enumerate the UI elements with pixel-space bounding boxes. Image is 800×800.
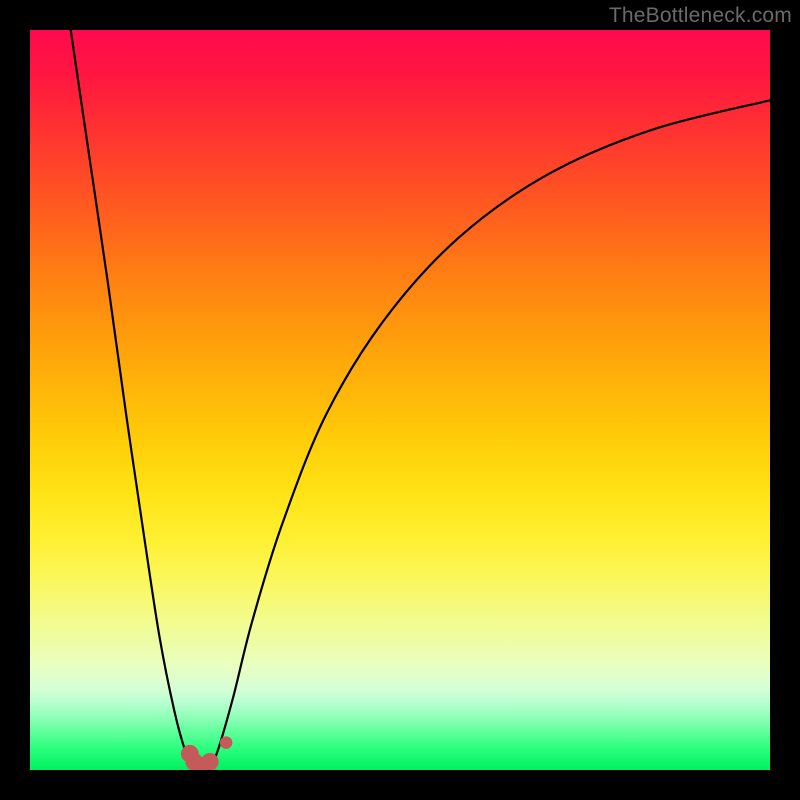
curve-right-branch: [211, 100, 770, 766]
marker-group: [181, 736, 232, 770]
plot-area: [30, 30, 770, 770]
curve-layer: [30, 30, 770, 770]
chart-frame: TheBottleneck.com: [0, 0, 800, 800]
curve-left-branch: [71, 30, 193, 766]
watermark-text: TheBottleneck.com: [609, 4, 792, 28]
data-marker: [220, 736, 233, 749]
data-marker: [201, 753, 219, 770]
